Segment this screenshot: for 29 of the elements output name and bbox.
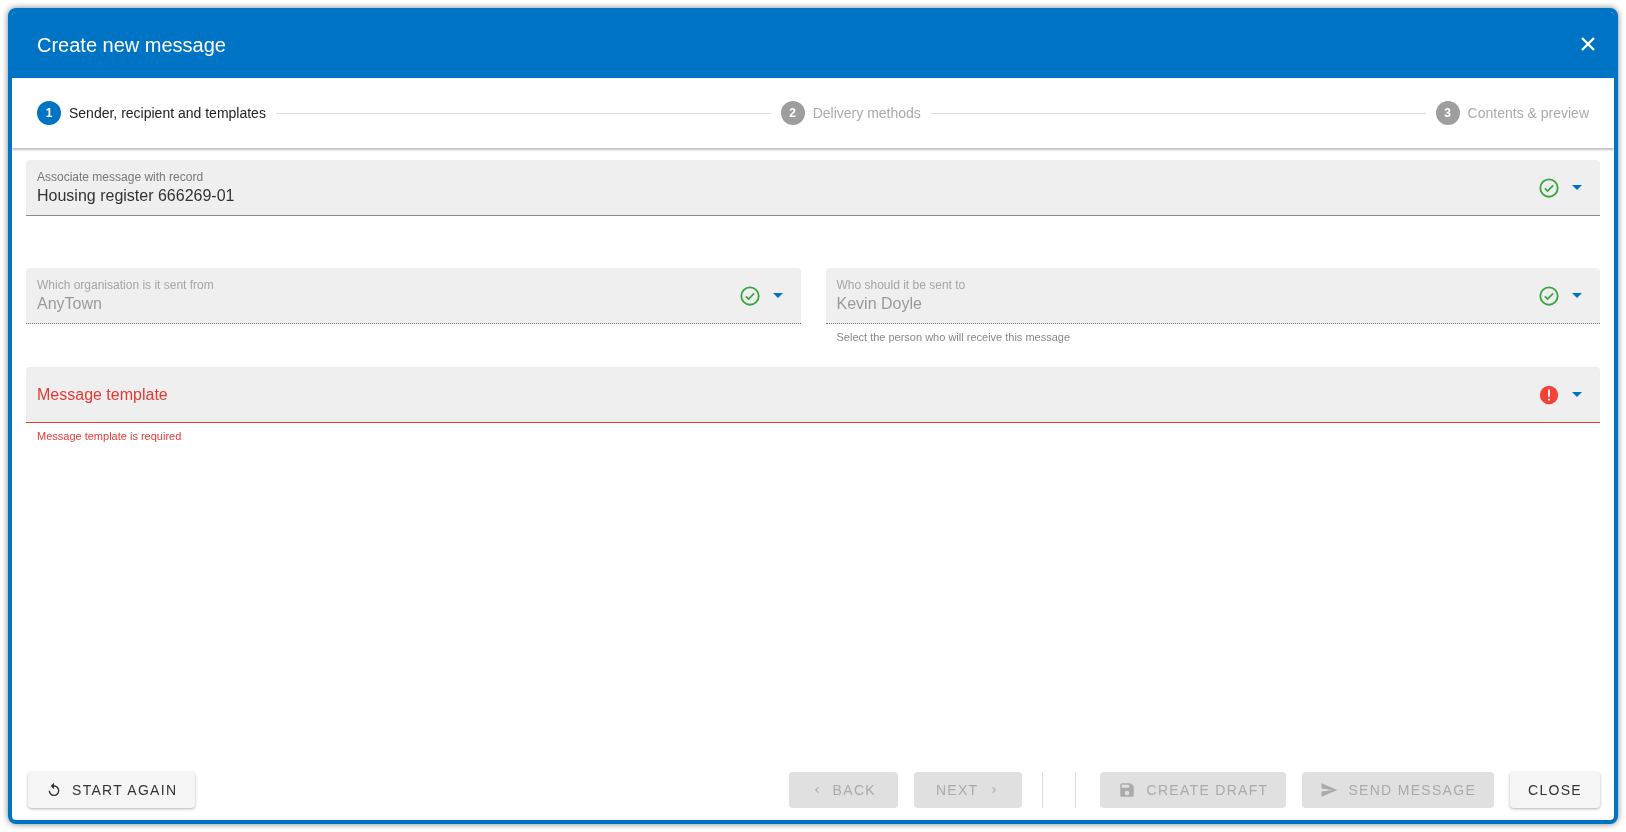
check-circle-icon bbox=[1538, 176, 1560, 199]
caret-icon[interactable] bbox=[1572, 185, 1582, 190]
helper-text: Select the person who will receive this message bbox=[835, 330, 1072, 343]
undo-icon bbox=[46, 782, 62, 798]
check-circle-icon bbox=[738, 284, 761, 307]
start-again-button[interactable]: START AGAIN bbox=[28, 772, 196, 808]
step-number[interactable]: 1 bbox=[37, 101, 61, 125]
field-value: Kevin Doyle bbox=[836, 295, 923, 313]
field-label: Message template bbox=[37, 385, 169, 404]
step-number[interactable]: 2 bbox=[780, 101, 805, 125]
save-icon bbox=[1118, 781, 1137, 799]
error-message: Message template is required bbox=[36, 429, 183, 442]
field-label: Which organisation is it sent from bbox=[37, 278, 215, 292]
field-value: Housing register 666269-01 bbox=[37, 187, 236, 205]
check-circle-icon bbox=[1538, 284, 1560, 307]
step-number[interactable]: 3 bbox=[1435, 101, 1460, 125]
field-value: AnyTown bbox=[37, 295, 103, 313]
field-label: Associate message with record bbox=[37, 170, 205, 184]
send-icon bbox=[1320, 781, 1339, 799]
select-field[interactable]: Associate message with record Housing register 666269-01 bbox=[26, 160, 1600, 216]
step-label[interactable]: Delivery methods bbox=[812, 105, 921, 121]
dialog-title: Create new message bbox=[37, 33, 226, 57]
step-label[interactable]: Contents & preview bbox=[1467, 105, 1589, 121]
close-button[interactable]: CLOSE bbox=[1510, 772, 1600, 808]
select-field[interactable]: Message template bbox=[26, 367, 1600, 423]
error-icon bbox=[1538, 383, 1560, 406]
step-label[interactable]: Sender, recipient and templates bbox=[69, 105, 266, 121]
field-label: Who should it be sent to bbox=[836, 278, 967, 292]
caret-icon[interactable] bbox=[1572, 392, 1582, 397]
